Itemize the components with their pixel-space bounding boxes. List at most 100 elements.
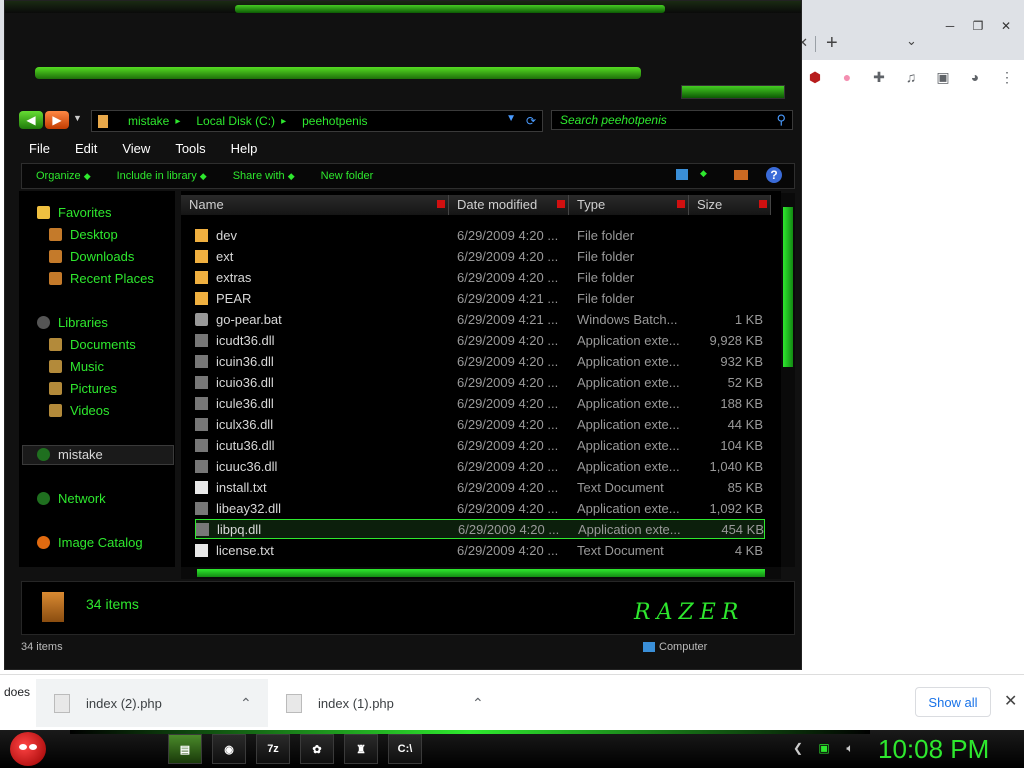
address-dropdown-icon[interactable]: ▼ — [506, 113, 516, 124]
tab-search-button[interactable]: ⌄ — [906, 33, 917, 49]
share-with-button[interactable]: Share with ◆ — [233, 170, 299, 182]
help-button[interactable]: ? — [766, 167, 782, 183]
menu-icon[interactable]: ⋮ — [998, 68, 1016, 86]
scroll-thumb[interactable] — [783, 207, 793, 367]
table-row[interactable]: libpq.dll 6/29/2009 4:20 ... Application e… — [195, 519, 765, 539]
menu-view[interactable]: View — [122, 141, 150, 161]
taskbar-app-explorer[interactable]: ▤ — [168, 734, 202, 764]
nav-documents[interactable]: Documents — [49, 337, 136, 352]
breadcrumb-drive[interactable]: Local Disk (C:) — [196, 114, 275, 128]
refresh-icon[interactable]: ⟳ — [526, 114, 536, 128]
back-button[interactable]: ◀ — [19, 111, 43, 129]
taskbar-app-app[interactable]: ✿ — [300, 734, 334, 764]
menu-tools[interactable]: Tools — [175, 141, 205, 161]
table-row[interactable]: icudt36.dll 6/29/2009 4:20 ... Application… — [195, 330, 765, 350]
taskbar-app-cmd[interactable]: C:\ — [388, 734, 422, 764]
search-icon[interactable]: ⚲ — [776, 112, 786, 128]
address-bar[interactable]: mistake ▸ Local Disk (C:) ▸ peehotpenis ▼ … — [91, 110, 543, 132]
folder-icon — [98, 114, 108, 128]
side-panel-icon[interactable]: ▣ — [934, 68, 952, 86]
chevron-up-icon[interactable]: ⌃ — [240, 695, 252, 712]
download-item[interactable]: index (2).php ⌃ — [36, 679, 268, 727]
table-row[interactable]: icutu36.dll 6/29/2009 4:20 ... Application… — [195, 435, 765, 455]
nav-computer[interactable]: mistake — [37, 447, 103, 462]
table-row[interactable]: icuuc36.dll 6/29/2009 4:20 ... Application… — [195, 456, 765, 476]
close-icon[interactable]: ✕ — [1004, 691, 1017, 711]
clock[interactable]: 10:08 PM — [878, 734, 989, 765]
menu-edit[interactable]: Edit — [75, 141, 97, 161]
table-row[interactable]: libeay32.dll 6/29/2009 4:20 ... Applicatio… — [195, 498, 765, 518]
taskbar-app-7zip[interactable]: 7z — [256, 734, 290, 764]
column-date[interactable]: Date modified — [449, 195, 569, 215]
preview-pane-icon[interactable] — [734, 170, 748, 180]
table-row[interactable]: license.txt 6/29/2009 4:20 ... Text Docume… — [195, 540, 765, 560]
extension-icon[interactable]: ● — [838, 68, 856, 86]
column-name[interactable]: Name — [181, 195, 449, 215]
table-row[interactable]: go-pear.bat 6/29/2009 4:21 ... Windows Bat… — [195, 309, 765, 329]
close-window-button[interactable]: ✕ — [992, 18, 1020, 34]
start-button[interactable] — [10, 732, 46, 766]
table-row[interactable]: icuio36.dll 6/29/2009 4:20 ... Application… — [195, 372, 765, 392]
nav-favorites[interactable]: Favorites — [37, 205, 111, 220]
nav-desktop[interactable]: Desktop — [49, 227, 118, 242]
include-in-library-button[interactable]: Include in library ◆ — [117, 170, 211, 182]
breadcrumb-arrow-icon[interactable]: ▸ — [175, 116, 180, 127]
star-icon — [37, 206, 50, 219]
download-item[interactable]: index (1).php ⌃ — [270, 679, 502, 727]
recent-places-icon — [49, 272, 62, 285]
network-icon[interactable]: ▣ — [816, 740, 832, 756]
new-folder-button[interactable]: New folder — [321, 170, 374, 182]
nav-pictures[interactable]: Pictures — [49, 381, 117, 396]
recent-pages-dropdown[interactable]: ▼ — [73, 113, 82, 123]
table-row[interactable]: icuin36.dll 6/29/2009 4:20 ... Application… — [195, 351, 765, 371]
menu-file[interactable]: File — [29, 141, 50, 161]
horizontal-scrollbar[interactable] — [181, 567, 781, 579]
taskbar-app-chrome[interactable]: ◉ — [212, 734, 246, 764]
column-dropdown-icon[interactable] — [677, 200, 685, 208]
nav-videos[interactable]: Videos — [49, 403, 110, 418]
breadcrumb-arrow-icon[interactable]: ▸ — [281, 116, 286, 127]
change-view-icon[interactable] — [676, 169, 688, 180]
minimize-button[interactable]: ─ — [936, 18, 964, 34]
column-size[interactable]: Size — [689, 195, 771, 215]
table-row[interactable]: install.txt 6/29/2009 4:20 ... Text Docume… — [195, 477, 765, 497]
table-row[interactable]: iculx36.dll 6/29/2009 4:20 ... Application… — [195, 414, 765, 434]
table-row[interactable]: icule36.dll 6/29/2009 4:20 ... Application… — [195, 393, 765, 413]
table-row[interactable]: dev 6/29/2009 4:20 ... File folder — [195, 225, 765, 245]
vertical-scrollbar[interactable] — [781, 193, 795, 567]
ublock-icon[interactable]: ⬢ — [806, 68, 824, 86]
text-file-icon — [195, 543, 208, 557]
puzzle-icon[interactable]: ✚ — [870, 68, 888, 86]
column-dropdown-icon[interactable] — [557, 200, 565, 208]
menu-help[interactable]: Help — [231, 141, 258, 161]
nav-libraries[interactable]: Libraries — [37, 315, 108, 330]
breadcrumb-folder[interactable]: peehotpenis — [302, 114, 367, 128]
nav-image-catalog[interactable]: Image Catalog — [37, 535, 143, 550]
forward-button[interactable]: ▶ — [45, 111, 69, 129]
view-dropdown-icon[interactable]: ◆ — [700, 168, 707, 179]
tray-expand-icon[interactable]: ❮ — [790, 740, 806, 756]
search-input[interactable]: Search peehotpenis ⚲ — [551, 110, 793, 130]
column-type[interactable]: Type — [569, 195, 689, 215]
nav-network[interactable]: Network — [37, 491, 106, 506]
column-dropdown-icon[interactable] — [437, 200, 445, 208]
breadcrumb-computer[interactable]: mistake — [128, 114, 169, 128]
show-all-button[interactable]: Show all — [915, 687, 991, 717]
chevron-up-icon[interactable]: ⌃ — [472, 695, 484, 712]
table-row[interactable]: extras 6/29/2009 4:20 ... File folder — [195, 267, 765, 287]
scroll-thumb[interactable] — [197, 569, 765, 577]
new-tab-button[interactable]: + — [826, 32, 838, 55]
taskbar-app-pgadmin[interactable]: ♜ — [344, 734, 378, 764]
table-row[interactable]: ext 6/29/2009 4:20 ... File folder — [195, 246, 765, 266]
nav-recent-places[interactable]: Recent Places — [49, 271, 154, 286]
organize-button[interactable]: Organize ◆ — [36, 170, 95, 182]
profile-icon[interactable]: ◕ — [966, 68, 984, 86]
maximize-button[interactable]: ❐ — [964, 18, 992, 34]
column-dropdown-icon[interactable] — [759, 200, 767, 208]
nav-music[interactable]: Music — [49, 359, 104, 374]
table-row[interactable]: PEAR 6/29/2009 4:21 ... File folder — [195, 288, 765, 308]
nav-downloads[interactable]: Downloads — [49, 249, 134, 264]
file-list: ▲ Name Date modified Type Size dev 6/29/2… — [181, 191, 781, 569]
media-icon[interactable]: ♫ — [902, 68, 920, 86]
volume-icon[interactable]: 🔈︎ — [842, 740, 858, 756]
